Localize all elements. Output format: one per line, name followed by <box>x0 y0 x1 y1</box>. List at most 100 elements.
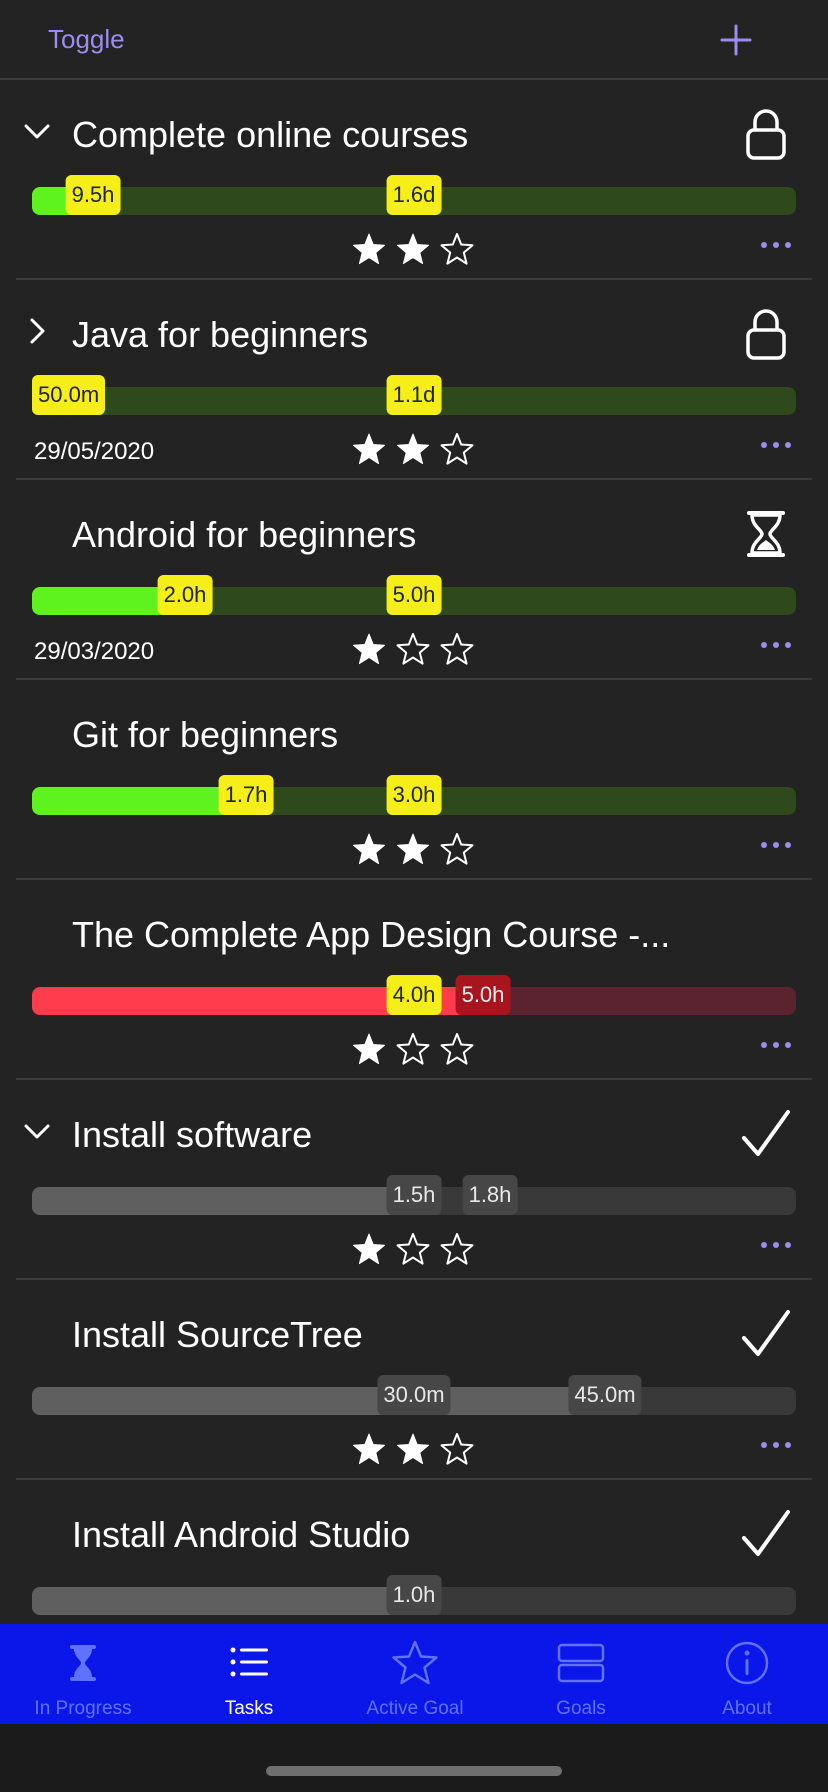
progress-bar: 1.1d 50.0m <box>32 375 796 415</box>
more-options-icon[interactable] <box>756 830 796 860</box>
info-icon <box>722 1638 772 1688</box>
progress-bar: 3.0h 1.7h <box>32 775 796 815</box>
task-row[interactable]: The Complete App Design Course -... 4.0h 5… <box>0 880 828 1080</box>
more-options-icon[interactable] <box>756 630 796 660</box>
hourglass-icon <box>58 1638 108 1688</box>
chevron-down-icon[interactable] <box>22 1116 52 1146</box>
more-options-icon[interactable] <box>756 430 796 460</box>
target-badge: 1.1d <box>386 375 442 415</box>
elapsed-badge: 1.8h <box>462 1175 518 1215</box>
task-title: Install SourceTree <box>72 1314 363 1355</box>
task-title: Install software <box>72 1114 313 1155</box>
star-outline-icon <box>396 1232 430 1266</box>
priority-stars[interactable] <box>352 1432 482 1468</box>
more-options-icon[interactable] <box>756 1430 796 1460</box>
tab-goals[interactable]: Goals <box>498 1624 664 1724</box>
checkmark-icon <box>738 1306 794 1362</box>
lock-icon[interactable] <box>738 106 794 162</box>
star-filled-icon <box>396 432 430 466</box>
progress-bar: 4.0h 5.0h <box>32 975 796 1015</box>
task-title: Android for beginners <box>72 514 417 555</box>
task-title: Install Android Studio <box>72 1514 411 1555</box>
star-outline-icon <box>440 432 474 466</box>
priority-stars[interactable] <box>352 232 482 268</box>
checkmark-icon <box>738 1106 794 1162</box>
lock-icon[interactable] <box>738 306 794 362</box>
task-list: Complete online courses 1.6d 9.5h Java for … <box>0 80 828 1623</box>
hourglass-icon[interactable] <box>738 506 794 562</box>
tab-label: Goals <box>556 1698 606 1719</box>
task-row[interactable]: Android for beginners 5.0h 2.0h 29/03/2020 <box>0 480 828 680</box>
checkmark-icon <box>738 1506 794 1562</box>
tab-label: About <box>722 1698 772 1719</box>
task-row[interactable]: Install Android Studio 1.0h <box>0 1480 828 1623</box>
progress-fill <box>32 787 246 815</box>
progress-fill <box>32 1587 414 1615</box>
priority-stars[interactable] <box>352 432 482 468</box>
star-outline-icon <box>440 232 474 266</box>
progress-bar: 1.6d 9.5h <box>32 175 796 215</box>
due-date: 29/03/2020 <box>34 638 155 665</box>
elapsed-badge: 5.0h <box>455 975 511 1015</box>
tab-label: In Progress <box>34 1698 132 1719</box>
star-filled-icon <box>352 632 386 666</box>
star-outline-icon <box>440 1232 474 1266</box>
tab-label: Tasks <box>224 1698 274 1719</box>
tab-in-progress[interactable]: In Progress <box>0 1624 166 1724</box>
toggle-button[interactable]: Toggle <box>48 24 125 55</box>
nav-header: Toggle <box>0 0 828 80</box>
star-filled-icon <box>396 832 430 866</box>
tab-tasks[interactable]: Tasks <box>166 1624 332 1724</box>
goals-icon <box>556 1638 606 1688</box>
task-row[interactable]: Complete online courses 1.6d 9.5h <box>0 80 828 280</box>
star-filled-icon <box>352 1032 386 1066</box>
add-task-button[interactable] <box>716 20 756 60</box>
priority-stars[interactable] <box>352 1232 482 1268</box>
elapsed-badge: 9.5h <box>65 175 121 215</box>
chevron-down-icon[interactable] <box>22 116 52 146</box>
task-row[interactable]: Java for beginners 1.1d 50.0m 29/05/2020 <box>0 280 828 480</box>
more-options-icon[interactable] <box>756 1030 796 1060</box>
tab-about[interactable]: About <box>664 1624 828 1724</box>
star-outline-icon <box>396 1032 430 1066</box>
more-options-icon[interactable] <box>756 1230 796 1260</box>
star-icon <box>390 1638 440 1688</box>
task-row[interactable]: Install software 1.5h 1.8h <box>0 1080 828 1280</box>
home-indicator-area <box>0 1724 828 1792</box>
tab-bar: In Progress Tasks Active Goal Goals About <box>0 1624 828 1724</box>
star-outline-icon <box>440 1432 474 1466</box>
star-outline-icon <box>440 832 474 866</box>
target-badge: 4.0h <box>386 975 442 1015</box>
elapsed-badge: 45.0m <box>568 1375 642 1415</box>
progress-bar: 5.0h 2.0h <box>32 575 796 615</box>
star-filled-icon <box>396 232 430 266</box>
task-title: Git for beginners <box>72 714 339 755</box>
priority-stars[interactable] <box>352 1032 482 1068</box>
task-row[interactable]: Git for beginners 3.0h 1.7h <box>0 680 828 880</box>
star-filled-icon <box>352 432 386 466</box>
due-date: 29/05/2020 <box>34 438 155 465</box>
priority-stars[interactable] <box>352 832 482 868</box>
list-icon <box>224 1638 274 1688</box>
star-filled-icon <box>396 1432 430 1466</box>
task-title: Java for beginners <box>72 314 369 355</box>
tab-active-goal[interactable]: Active Goal <box>332 1624 498 1724</box>
target-badge: 30.0m <box>377 1375 451 1415</box>
target-badge: 1.0h <box>386 1575 442 1615</box>
tab-label: Active Goal <box>366 1698 464 1719</box>
progress-bar: 30.0m 45.0m <box>32 1375 796 1415</box>
elapsed-badge: 2.0h <box>157 575 213 615</box>
progress-fill <box>32 1187 414 1215</box>
task-title: Complete online courses <box>72 114 469 155</box>
target-badge: 3.0h <box>386 775 442 815</box>
star-outline-icon <box>396 632 430 666</box>
task-title: The Complete App Design Course -... <box>72 914 671 955</box>
star-filled-icon <box>352 1232 386 1266</box>
progress-bar: 1.5h 1.8h <box>32 1175 796 1215</box>
priority-stars[interactable] <box>352 632 482 668</box>
star-filled-icon <box>352 232 386 266</box>
star-filled-icon <box>352 832 386 866</box>
more-options-icon[interactable] <box>756 230 796 260</box>
task-row[interactable]: Install SourceTree 30.0m 45.0m <box>0 1280 828 1480</box>
chevron-right-icon[interactable] <box>22 316 52 346</box>
